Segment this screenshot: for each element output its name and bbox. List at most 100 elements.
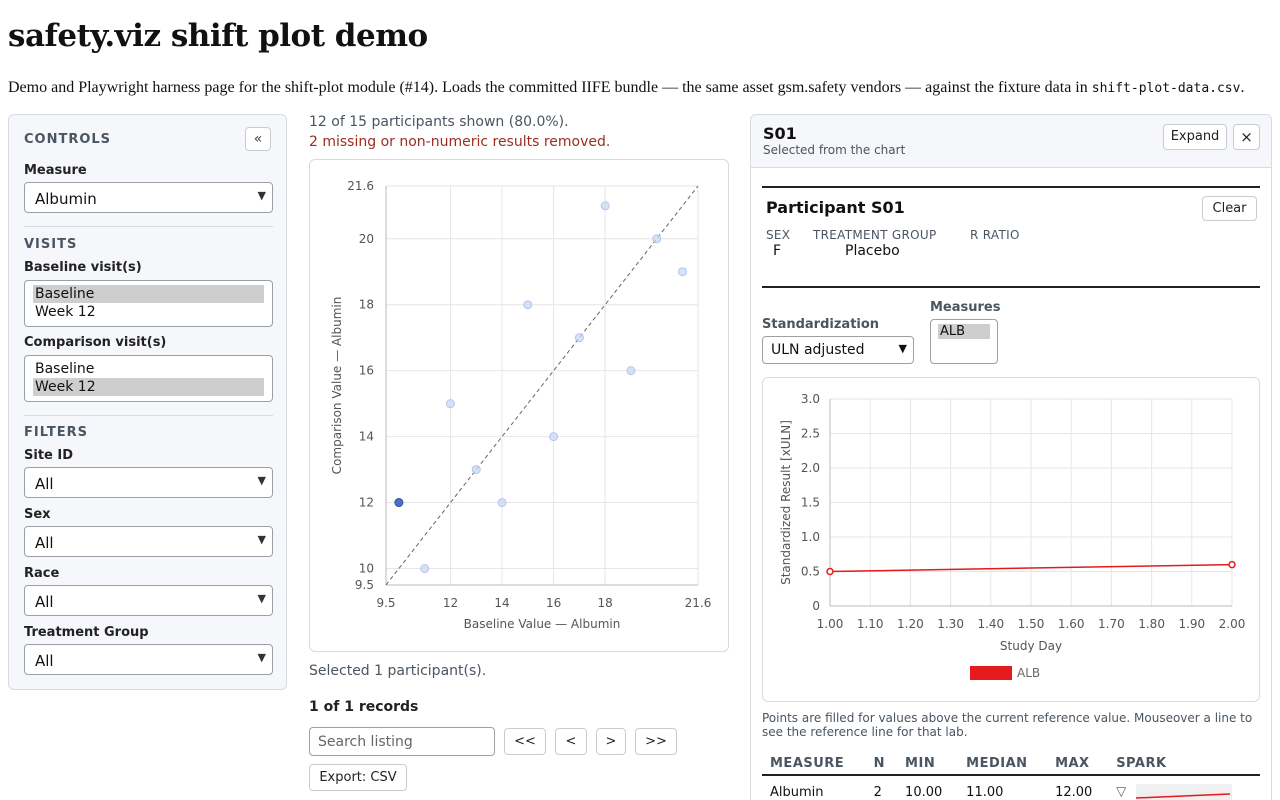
treatment-group-select[interactable]: All ▼: [24, 644, 273, 675]
x-tick-label: 16: [546, 596, 561, 610]
y-axis-label: Standardized Result [xULN]: [779, 420, 793, 585]
y-tick-label: 10: [359, 562, 374, 576]
data-point[interactable]: [678, 267, 688, 277]
y-tick-label: 0.5: [801, 565, 820, 579]
data-point[interactable]: [497, 498, 507, 508]
data-point[interactable]: [471, 465, 481, 475]
x-tick-label: 1.00: [817, 617, 844, 631]
shift-plot-chart[interactable]: 9.5 12 14 16 18 21.6 9.5 10 12 14 16 18 20 21.6 Baseli…: [310, 160, 728, 651]
clear-selection-button[interactable]: Clear: [1202, 196, 1257, 221]
lab-line-chart[interactable]: 1.00 1.10 1.20 1.30 1.40 1.50 1.60 1.70 1.80 1.90…: [763, 378, 1259, 701]
col-n[interactable]: N: [865, 752, 898, 776]
col-min[interactable]: MIN: [897, 752, 959, 776]
data-point[interactable]: [420, 564, 430, 574]
chevron-down-icon: ▼: [257, 592, 266, 605]
previous-page-button[interactable]: <: [555, 728, 587, 755]
x-tick-label: 1.20: [897, 617, 924, 631]
data-point[interactable]: [652, 234, 662, 244]
race-select[interactable]: All ▼: [24, 585, 273, 616]
race-label: Race: [24, 566, 60, 581]
series-point[interactable]: [1228, 560, 1236, 569]
series-point[interactable]: [826, 567, 834, 576]
baseline-visit-listbox[interactable]: Baseline Week 12: [24, 280, 273, 327]
measure-summary-table: MEASURE N MIN MEDIAN MAX SPARK Albumin 2…: [762, 752, 1260, 800]
last-page-button[interactable]: >>: [635, 728, 677, 755]
comparison-visit-label: Comparison visit(s): [24, 335, 167, 350]
x-tick-label: 9.5: [376, 596, 395, 610]
col-spark: SPARK: [1108, 752, 1260, 776]
data-point[interactable]: [574, 333, 584, 343]
standardization-select[interactable]: ULN adjusted ▼: [762, 336, 914, 364]
y-tick-label: 1.0: [801, 530, 820, 544]
x-tick-label: 12: [443, 596, 458, 610]
divider: [762, 186, 1260, 188]
col-measure[interactable]: MEASURE: [762, 752, 866, 776]
sparkline: [1136, 784, 1233, 800]
y-tick-label: 20: [359, 232, 374, 246]
data-point[interactable]: [549, 432, 559, 442]
measure-label: Measure: [24, 163, 87, 178]
chevron-down-icon: ▼: [257, 474, 266, 487]
legend-swatch: [970, 666, 1012, 680]
y-axis-label: Comparison Value — Albumin: [330, 297, 344, 475]
measures-listbox[interactable]: ALB: [930, 319, 998, 364]
measure-option-alb[interactable]: ALB: [938, 324, 990, 339]
measure-select[interactable]: Albumin ▼: [24, 182, 273, 213]
comparison-visit-listbox[interactable]: Baseline Week 12: [24, 355, 273, 402]
baseline-option-baseline[interactable]: Baseline: [33, 285, 264, 303]
sex-label: Sex: [24, 507, 51, 522]
close-icon[interactable]: ×: [1233, 124, 1260, 150]
chevron-down-icon: ▼: [257, 651, 266, 664]
intro-end: .: [1240, 79, 1245, 96]
col-max[interactable]: MAX: [1047, 752, 1109, 776]
lab-line-chart-container: 1.00 1.10 1.20 1.30 1.40 1.50 1.60 1.70 1.80 1.90…: [762, 377, 1260, 702]
data-point[interactable]: [445, 399, 455, 409]
intro-file-name: shift-plot-data.csv: [1091, 81, 1241, 96]
detail-header: S01 Selected from the chart Expand ×: [751, 115, 1271, 168]
data-point[interactable]: [523, 300, 533, 310]
col-median[interactable]: MEDIAN: [958, 752, 1048, 776]
participant-detail-panel: S01 Selected from the chart Expand × Par…: [750, 114, 1272, 800]
export-csv-button[interactable]: Export: CSV: [309, 764, 407, 791]
divider: [24, 226, 273, 227]
page-title: safety.viz shift plot demo: [8, 18, 428, 54]
site-id-select[interactable]: All ▼: [24, 467, 273, 498]
x-tick-label: 18: [598, 596, 613, 610]
treatment-group-label: Treatment Group: [24, 625, 149, 640]
chart-note: Points are filled for values above the c…: [762, 711, 1253, 739]
expand-button[interactable]: Expand: [1163, 124, 1227, 150]
x-tick-label: 1.40: [977, 617, 1004, 631]
x-tick-label: 14: [494, 596, 509, 610]
r-ratio-heading: R RATIO: [970, 228, 1020, 242]
sex-value: F: [773, 243, 782, 259]
table-row[interactable]: Albumin 2 10.00 11.00 12.00 ▽: [762, 775, 1260, 800]
data-point[interactable]: [600, 201, 610, 211]
y-tick-label: 9.5: [355, 578, 374, 592]
x-tick-label: 1.10: [857, 617, 884, 631]
x-tick-label: 2.00: [1219, 617, 1246, 631]
next-page-button[interactable]: >: [596, 728, 626, 755]
intro-text: Demo and Playwright harness page for the…: [8, 79, 1273, 97]
race-value: All: [35, 593, 54, 611]
controls-panel: CONTROLS « Measure Albumin ▼ VISITS Basel…: [8, 114, 287, 690]
y-tick-label: 2.5: [801, 427, 820, 441]
comparison-option-week12[interactable]: Week 12: [33, 378, 264, 396]
detail-subtitle: Selected from the chart: [763, 143, 906, 157]
treatment-group-value: All: [35, 652, 54, 670]
measure-select-value: Albumin: [35, 190, 97, 208]
records-count: 1 of 1 records: [309, 699, 419, 715]
baseline-option-week12[interactable]: Week 12: [33, 303, 264, 321]
search-listing-input[interactable]: Search listing: [309, 727, 495, 756]
first-page-button[interactable]: <<: [504, 728, 546, 755]
site-id-label: Site ID: [24, 448, 74, 463]
participants-shown-status: 12 of 15 participants shown (80.0%).: [309, 114, 569, 130]
selected-data-point[interactable]: [394, 498, 404, 508]
y-tick-label: 2.0: [801, 461, 820, 475]
sex-select[interactable]: All ▼: [24, 526, 273, 557]
x-tick-label: 1.90: [1178, 617, 1205, 631]
collapse-controls-button[interactable]: «: [245, 127, 271, 151]
data-point[interactable]: [626, 366, 636, 376]
comparison-option-baseline[interactable]: Baseline: [33, 360, 264, 378]
y-tick-label: 3.0: [801, 392, 820, 406]
y-tick-label: 18: [359, 298, 374, 312]
